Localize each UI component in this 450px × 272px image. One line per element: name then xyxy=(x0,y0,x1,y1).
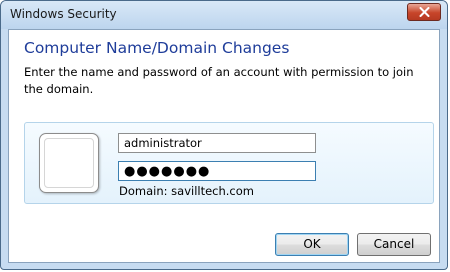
title-bar[interactable]: Windows Security xyxy=(1,1,447,29)
close-icon xyxy=(419,7,430,17)
username-field[interactable] xyxy=(118,133,316,153)
ok-button[interactable]: OK xyxy=(275,233,349,256)
avatar-frame xyxy=(44,138,94,188)
domain-label: Domain: savilltech.com xyxy=(119,184,254,198)
close-button[interactable] xyxy=(407,3,441,21)
cancel-button[interactable]: Cancel xyxy=(357,233,431,256)
credential-tile: Domain: savilltech.com xyxy=(24,122,434,204)
windows-security-dialog: Windows Security Computer Name/Domain Ch… xyxy=(0,0,448,270)
password-field[interactable] xyxy=(118,161,316,181)
dialog-heading: Computer Name/Domain Changes xyxy=(24,39,290,57)
dialog-message: Enter the name and password of an accoun… xyxy=(24,65,414,96)
window-title: Windows Security xyxy=(10,7,117,21)
user-avatar-icon xyxy=(39,133,99,193)
dialog-content: Computer Name/Domain Changes Enter the n… xyxy=(8,29,440,263)
